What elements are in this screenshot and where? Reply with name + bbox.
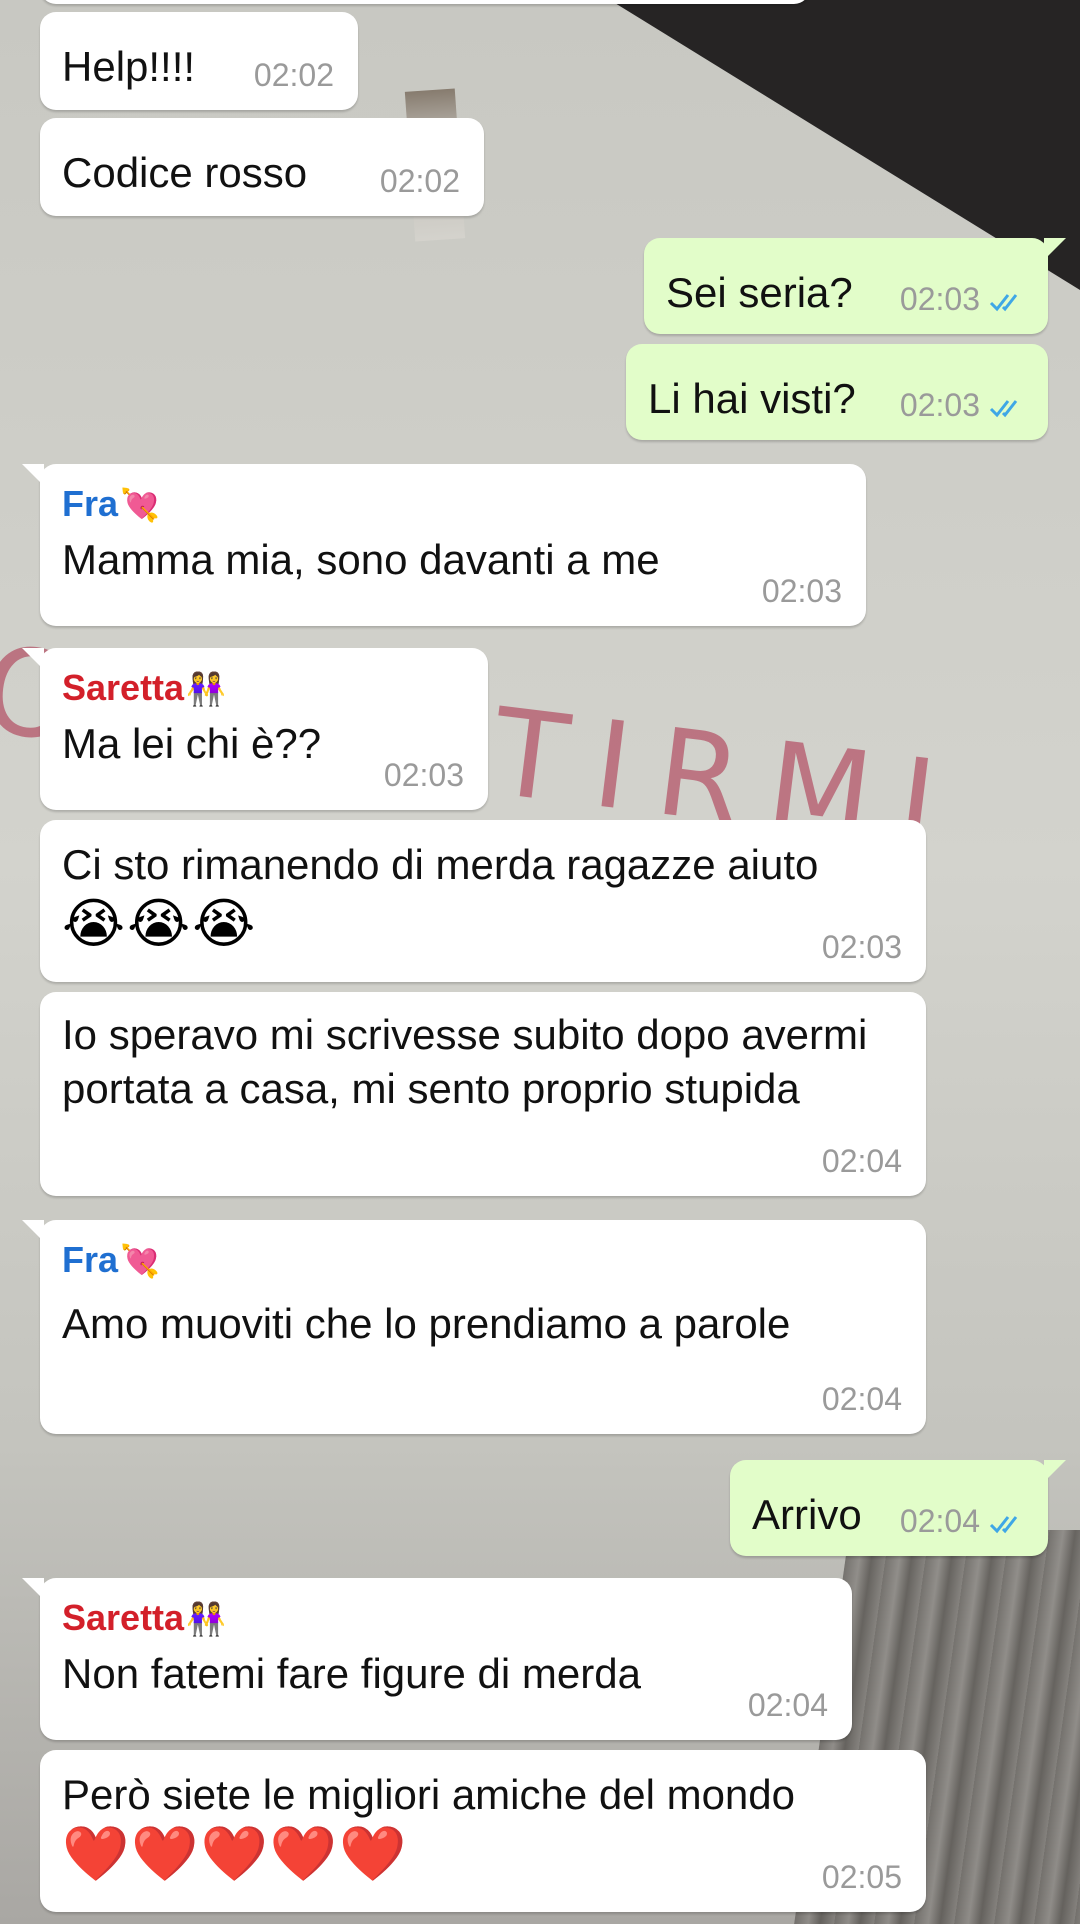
message-text: Amo muoviti che lo prendiamo a parole	[62, 1300, 791, 1347]
message-bubble-outgoing[interactable]: Li hai visti? 02:03	[626, 344, 1048, 440]
message-timestamp: 02:04	[747, 1687, 828, 1723]
sender-name-text: Fra	[62, 1239, 119, 1280]
message-text: Li hai visti?	[648, 375, 856, 422]
message-text: Codice rosso	[62, 149, 308, 196]
message-bubble-incoming[interactable]: Però siete le migliori amiche del mondo …	[40, 1750, 926, 1912]
message-text: Io speravo mi scrivesse subito dopo aver…	[62, 1011, 868, 1112]
read-receipt-double-tick-icon	[988, 396, 1028, 420]
two-women-emoji: 👭	[186, 671, 226, 707]
message-text: Ci sto rimanendo di merda ragazze aiuto	[62, 841, 819, 888]
read-receipt-double-tick-icon	[988, 1512, 1028, 1536]
message-text: Non fatemi fare figure di merda	[62, 1650, 641, 1697]
message-timestamp: 02:04	[821, 1381, 902, 1417]
message-text: Però siete le migliori amiche del mondo	[62, 1771, 796, 1818]
message-timestamp: 02:03	[900, 387, 1028, 424]
message-bubble-outgoing[interactable]: Arrivo 02:04	[730, 1460, 1066, 1556]
sender-name[interactable]: Saretta👭	[62, 666, 464, 711]
message-bubble-outgoing[interactable]: Sei seria? 02:03	[644, 238, 1066, 334]
message-bubble-incoming[interactable]: Saretta👭 Ma lei chi è?? 02:03	[22, 648, 488, 810]
message-bubble-incoming[interactable]: Fra💘 Amo muoviti che lo prendiamo a paro…	[22, 1220, 926, 1434]
message-bubble-incoming[interactable]: Ci sto rimanendo di merda ragazze aiuto …	[40, 820, 926, 982]
timestamp-text: 02:04	[899, 1503, 980, 1539]
sender-name-text: Fra	[62, 483, 119, 524]
chat-message-list[interactable]: Help!!!! 02:02 Codice rosso 02:02 Sei se…	[0, 0, 1080, 1924]
red-heart-emoji: ❤️❤️❤️❤️❤️	[62, 1824, 409, 1884]
message-bubble-incoming[interactable]: Io speravo mi scrivesse subito dopo aver…	[40, 992, 926, 1196]
message-text: Sei seria?	[666, 269, 853, 316]
heart-arrow-emoji: 💘	[120, 487, 160, 523]
message-text: Help!!!!	[62, 43, 196, 90]
message-timestamp: 02:02	[379, 163, 460, 199]
crying-face-emoji: 😭😭😭	[62, 894, 258, 954]
sender-name-text: Saretta	[62, 667, 185, 708]
sender-name-text: Saretta	[62, 1597, 185, 1638]
message-timestamp: 02:03	[900, 281, 1028, 318]
message-bubble-incoming[interactable]: Help!!!! 02:02	[40, 12, 358, 110]
message-text: Arrivo	[752, 1491, 862, 1538]
partial-message-bubble[interactable]	[40, 0, 810, 4]
read-receipt-double-tick-icon	[988, 290, 1028, 314]
message-bubble-incoming[interactable]: Codice rosso 02:02	[40, 118, 484, 216]
timestamp-text: 02:03	[899, 387, 980, 423]
message-timestamp: 02:03	[821, 929, 902, 965]
sender-name[interactable]: Fra💘	[62, 482, 842, 527]
heart-arrow-emoji: 💘	[120, 1243, 160, 1279]
sender-name[interactable]: Fra💘	[62, 1238, 902, 1283]
message-text: Ma lei chi è??	[62, 720, 322, 767]
message-timestamp: 02:02	[253, 57, 334, 93]
message-timestamp: 02:04	[900, 1503, 1028, 1540]
two-women-emoji: 👭	[186, 1601, 226, 1637]
sender-name[interactable]: Saretta👭	[62, 1596, 828, 1641]
message-timestamp: 02:05	[821, 1859, 902, 1895]
timestamp-text: 02:03	[899, 281, 980, 317]
message-bubble-incoming[interactable]: Fra💘 Mamma mia, sono davanti a me 02:03	[22, 464, 866, 626]
message-timestamp: 02:03	[761, 573, 842, 609]
message-timestamp: 02:03	[383, 757, 464, 793]
message-text: Mamma mia, sono davanti a me	[62, 536, 660, 583]
message-bubble-incoming[interactable]: Saretta👭 Non fatemi fare figure di merda…	[22, 1578, 852, 1740]
message-timestamp: 02:04	[821, 1143, 902, 1179]
